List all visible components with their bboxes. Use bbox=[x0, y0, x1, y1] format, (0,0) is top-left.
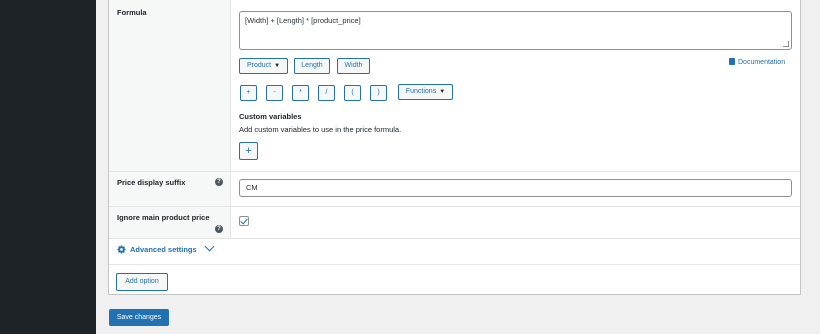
custom-variables-title: Custom variables bbox=[239, 112, 302, 121]
add-variable-button[interactable]: + bbox=[239, 142, 258, 160]
row-divider bbox=[109, 264, 800, 265]
label-cell-formula bbox=[109, 0, 231, 171]
width-button-label: Width bbox=[344, 62, 363, 69]
row-divider bbox=[109, 171, 800, 172]
operator-label: / bbox=[325, 89, 328, 96]
admin-sidebar bbox=[0, 0, 96, 334]
checkmark-icon bbox=[240, 216, 248, 225]
plus-icon: + bbox=[245, 145, 252, 157]
help-icon[interactable]: ? bbox=[215, 178, 223, 186]
operator-label: - bbox=[273, 89, 276, 96]
advanced-settings-toggle[interactable]: Advanced settings bbox=[117, 241, 215, 254]
length-button-label: Length bbox=[301, 62, 323, 69]
operator-label: + bbox=[246, 89, 251, 96]
settings-panel: Formula [Width] + [Length] * [product_pr… bbox=[108, 0, 801, 295]
chevron-down-icon bbox=[204, 241, 215, 252]
documentation-label: Documentation bbox=[738, 59, 786, 66]
price-suffix-input[interactable]: CM bbox=[239, 179, 792, 197]
advanced-settings-label: Advanced settings bbox=[130, 245, 197, 254]
save-changes-button[interactable]: Save changes bbox=[109, 309, 169, 326]
caret-down-icon: ▼ bbox=[439, 89, 446, 95]
book-icon bbox=[729, 58, 735, 65]
resize-grip-icon[interactable] bbox=[783, 41, 789, 47]
caret-down-icon: ▼ bbox=[274, 63, 281, 69]
operator-divide-button[interactable]: / bbox=[318, 85, 335, 101]
functions-dropdown-button[interactable]: Functions ▼ bbox=[398, 84, 453, 100]
operator-label: * bbox=[299, 89, 302, 96]
length-button[interactable]: Length bbox=[294, 58, 330, 74]
width-button[interactable]: Width bbox=[337, 58, 370, 74]
product-dropdown-button[interactable]: Product ▼ bbox=[239, 58, 288, 74]
label-cell-ignore bbox=[109, 207, 231, 238]
operator-plus-button[interactable]: + bbox=[240, 85, 257, 101]
ignore-main-price-checkbox[interactable] bbox=[239, 216, 249, 226]
documentation-link[interactable]: Documentation bbox=[729, 58, 785, 66]
operator-close-paren-button[interactable]: ) bbox=[370, 85, 387, 101]
operator-label: ( bbox=[351, 89, 354, 96]
gear-icon bbox=[117, 245, 126, 254]
formula-value: [Width] + [Length] * [product_price] bbox=[245, 16, 361, 25]
add-option-button[interactable]: Add option bbox=[116, 273, 168, 291]
add-option-label: Add option bbox=[125, 278, 159, 285]
operator-minus-button[interactable]: - bbox=[266, 85, 283, 101]
save-changes-label: Save changes bbox=[116, 314, 162, 321]
product-button-label: Product bbox=[246, 62, 272, 69]
functions-label: Functions bbox=[405, 88, 437, 95]
row-divider bbox=[109, 238, 800, 239]
operator-multiply-button[interactable]: * bbox=[292, 85, 309, 101]
row-divider bbox=[109, 206, 800, 207]
operator-open-paren-button[interactable]: ( bbox=[344, 85, 361, 101]
operator-label: ) bbox=[377, 89, 380, 96]
formula-label: Formula bbox=[117, 8, 147, 17]
formula-textarea[interactable]: [Width] + [Length] * [product_price] bbox=[239, 11, 792, 50]
ignore-main-price-label: Ignore main product price bbox=[117, 213, 210, 222]
price-display-suffix-label: Price display suffix bbox=[117, 178, 186, 187]
custom-variables-description: Add custom variables to use in the price… bbox=[239, 125, 402, 134]
help-icon[interactable]: ? bbox=[215, 225, 223, 233]
